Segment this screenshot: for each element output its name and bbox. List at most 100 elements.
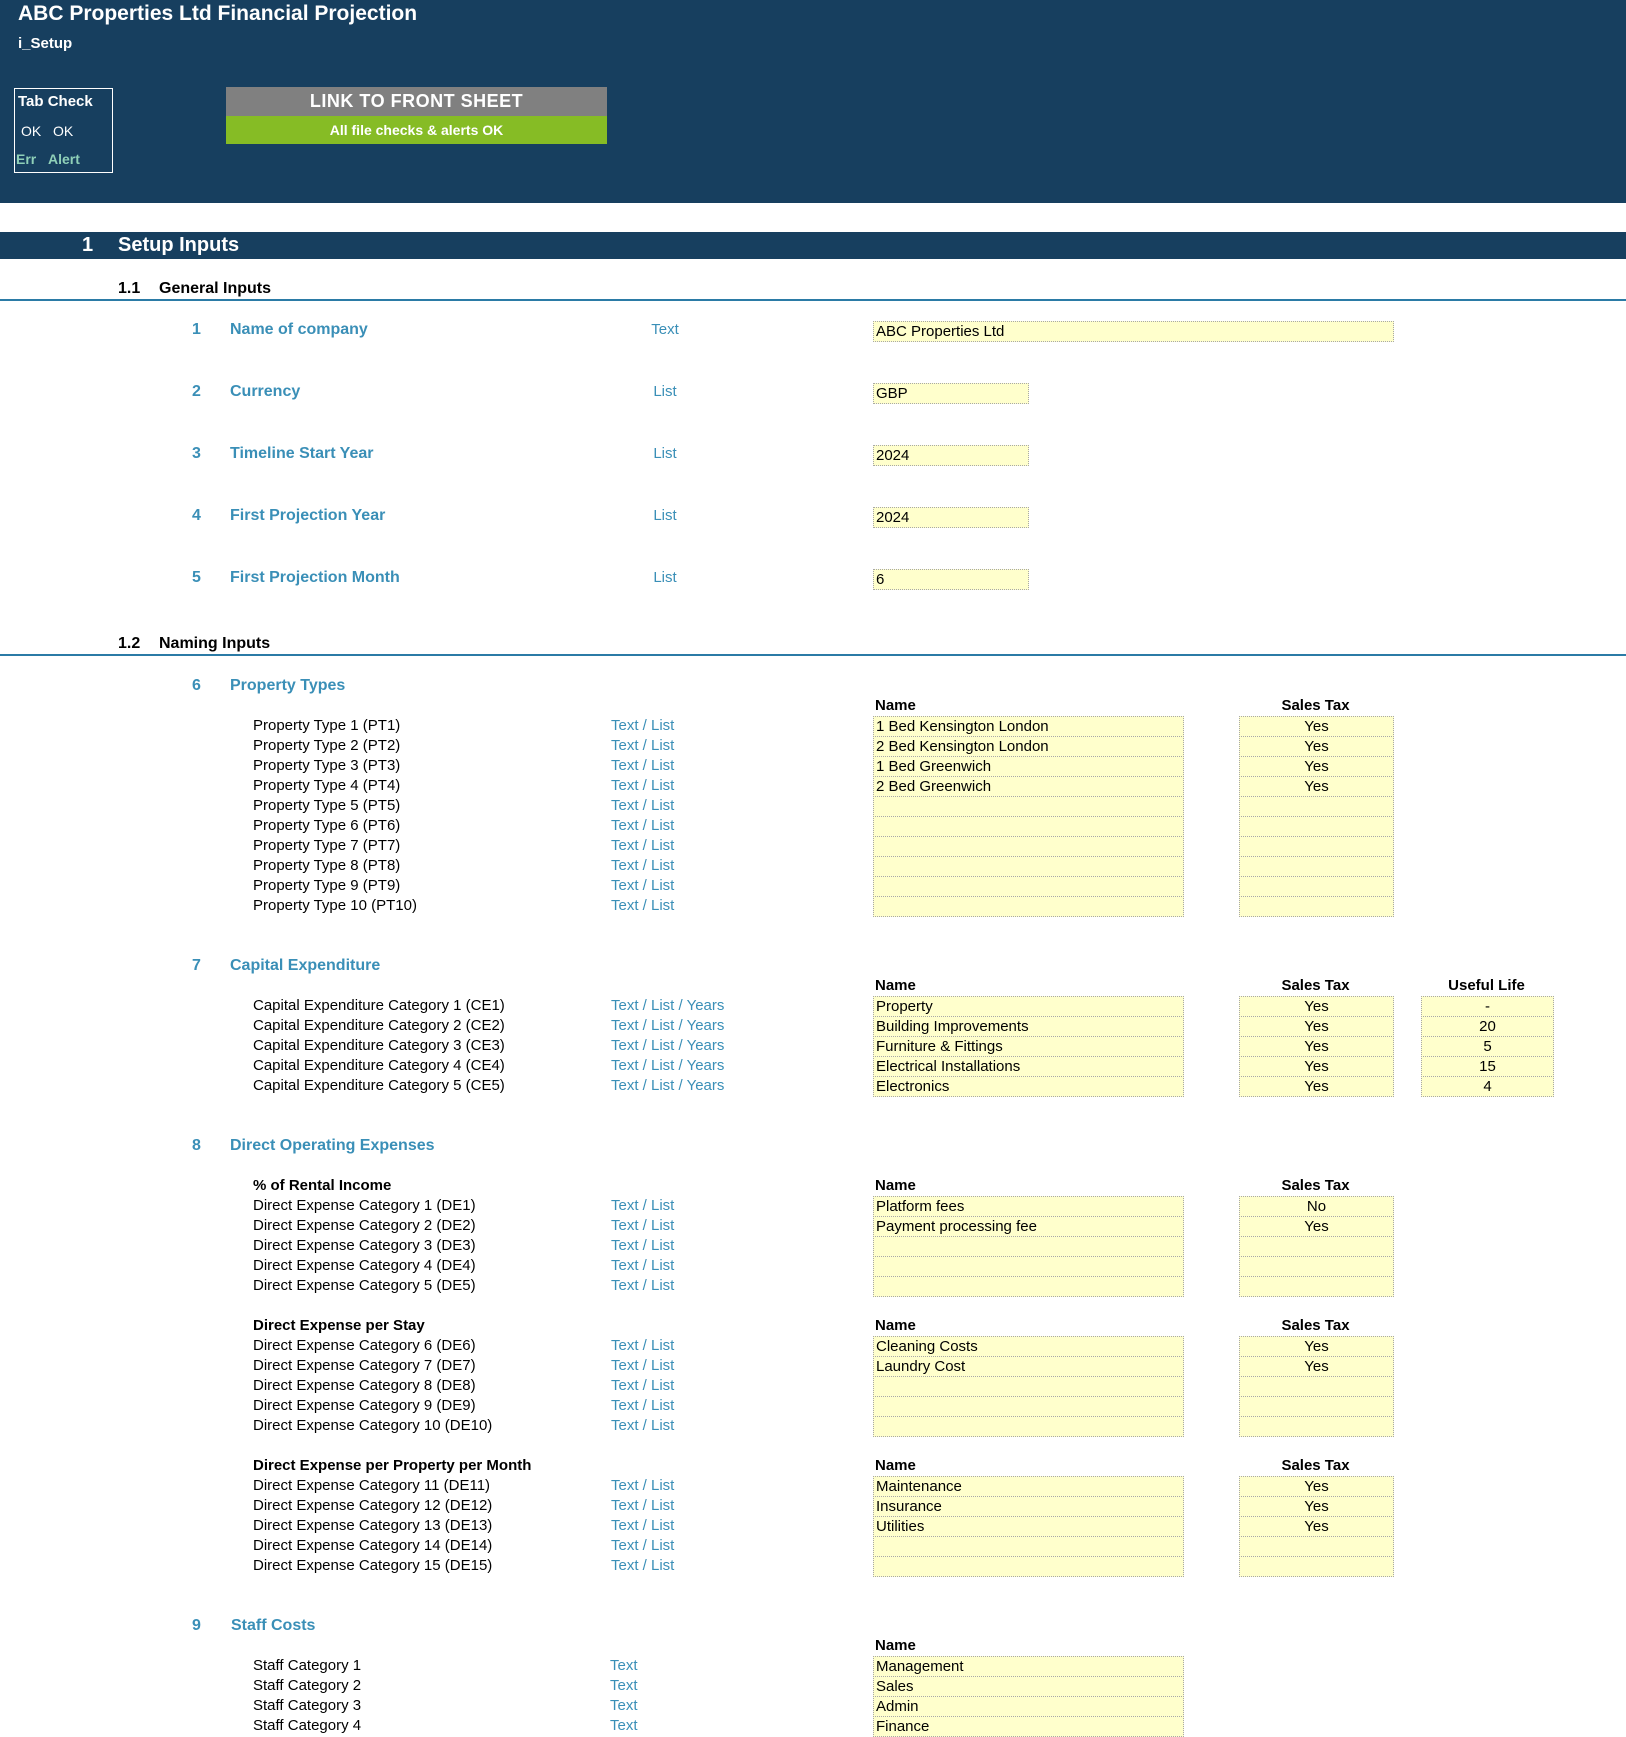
direct-expense-tax-cell[interactable] [1239,1376,1394,1397]
link-to-front-sheet-button[interactable]: LINK TO FRONT SHEET [226,87,607,116]
direct-expense-tax-cell[interactable]: Yes [1239,1356,1394,1377]
general-input-cell[interactable]: ABC Properties Ltd [873,321,1394,342]
direct-expense-name-cell[interactable] [873,1396,1184,1417]
property-name-cell[interactable] [873,856,1184,877]
property-tax-cell[interactable] [1239,796,1394,817]
general-input-cell[interactable]: 2024 [873,507,1029,528]
direct-expense-name-cell[interactable] [873,1236,1184,1257]
staff-name-cell[interactable]: Finance [873,1716,1184,1737]
direct-expense-input-type: Text / List [611,1237,675,1254]
direct-expense-tax-cell[interactable] [1239,1236,1394,1257]
direct-expense-input-type: Text / List [611,1417,675,1434]
staff-name-cell[interactable]: Sales [873,1676,1184,1697]
capex-life-cell[interactable]: 15 [1421,1056,1554,1077]
direct-expense-tax-cell[interactable] [1239,1396,1394,1417]
general-item-number: 2 [192,383,201,400]
direct-expense-tax-cell[interactable]: Yes [1239,1476,1394,1497]
property-types-title: Property Types [230,677,346,694]
direct-expense-tax-cell[interactable] [1239,1256,1394,1277]
property-types-number: 6 [192,677,201,694]
property-name-cell[interactable]: 1 Bed Greenwich [873,756,1184,777]
direct-expense-label: Direct Expense Category 15 (DE15) [253,1557,493,1574]
general-input-cell[interactable]: 6 [873,569,1029,590]
capex-name-cell[interactable]: Property [873,996,1184,1017]
property-name-cell[interactable] [873,876,1184,897]
capex-tax-cell[interactable]: Yes [1239,1076,1394,1097]
direct-expense-name-cell[interactable] [873,1256,1184,1277]
capex-tax-cell[interactable]: Yes [1239,996,1394,1017]
property-tax-cell[interactable] [1239,836,1394,857]
direct-expense-tax-cell[interactable] [1239,1556,1394,1577]
capex-life-header: Useful Life [1448,977,1525,994]
naming-inputs-title: Naming Inputs [159,635,271,652]
capex-name-cell[interactable]: Electronics [873,1076,1184,1097]
property-name-cell[interactable] [873,796,1184,817]
direct-expense-label: Direct Expense Category 8 (DE8) [253,1377,476,1394]
direct-expense-name-cell[interactable]: Cleaning Costs [873,1336,1184,1357]
direct-expense-name-cell[interactable] [873,1536,1184,1557]
general-input-cell[interactable]: GBP [873,383,1029,404]
staff-name-header: Name [875,1637,916,1654]
property-name-cell[interactable]: 2 Bed Greenwich [873,776,1184,797]
capex-tax-header: Sales Tax [1281,977,1350,994]
property-tax-cell[interactable] [1239,876,1394,897]
tab-check-err-label: Err [16,151,37,167]
capex-life-cell[interactable]: 4 [1421,1076,1554,1097]
capex-name-cell[interactable]: Building Improvements [873,1016,1184,1037]
capex-name-cell[interactable]: Furniture & Fittings [873,1036,1184,1057]
direct-expense-tax-cell[interactable] [1239,1536,1394,1557]
direct-expense-name-cell[interactable]: Maintenance [873,1476,1184,1497]
tab-check-title: Tab Check [18,93,93,110]
property-name-cell[interactable] [873,816,1184,837]
staff-name-cell[interactable]: Admin [873,1696,1184,1717]
general-inputs-number: 1.1 [118,280,141,297]
property-tax-cell[interactable] [1239,856,1394,877]
property-type-input-type: Text / List [611,797,675,814]
staff-input-type: Text [610,1657,638,1674]
direct-expense-name-cell[interactable]: Laundry Cost [873,1356,1184,1377]
property-tax-cell[interactable]: Yes [1239,776,1394,797]
direct-expense-name-cell[interactable] [873,1276,1184,1297]
naming-inputs-number: 1.2 [118,635,141,652]
capex-life-cell[interactable]: - [1421,996,1554,1017]
property-tax-cell[interactable] [1239,896,1394,917]
capex-life-cell[interactable]: 20 [1421,1016,1554,1037]
direct-expense-label: Direct Expense Category 14 (DE14) [253,1537,493,1554]
direct-expense-tax-cell[interactable]: Yes [1239,1336,1394,1357]
direct-expense-name-cell[interactable]: Payment processing fee [873,1216,1184,1237]
direct-expense-tax-cell[interactable]: Yes [1239,1496,1394,1517]
direct-expense-tax-cell[interactable] [1239,1276,1394,1297]
direct-expense-label: Direct Expense Category 10 (DE10) [253,1417,493,1434]
direct-expense-name-cell[interactable] [873,1376,1184,1397]
direct-expense-name-cell[interactable]: Utilities [873,1516,1184,1537]
property-name-cell[interactable]: 1 Bed Kensington London [873,716,1184,737]
property-tax-cell[interactable] [1239,816,1394,837]
capex-name-cell[interactable]: Electrical Installations [873,1056,1184,1077]
direct-expense-tax-cell[interactable]: Yes [1239,1216,1394,1237]
property-type-input-type: Text / List [611,877,675,894]
capex-tax-cell[interactable]: Yes [1239,1036,1394,1057]
capex-tax-cell[interactable]: Yes [1239,1016,1394,1037]
direct-expense-name-cell[interactable] [873,1556,1184,1577]
property-name-cell[interactable] [873,896,1184,917]
direct-expense-tax-header: Sales Tax [1281,1317,1350,1334]
staff-category-label: Staff Category 1 [253,1657,362,1674]
direct-expense-name-cell[interactable]: Platform fees [873,1196,1184,1217]
general-item-number: 5 [192,569,201,586]
property-tax-cell[interactable]: Yes [1239,756,1394,777]
capex-life-cell[interactable]: 5 [1421,1036,1554,1057]
property-name-cell[interactable] [873,836,1184,857]
direct-expense-name-cell[interactable]: Insurance [873,1496,1184,1517]
property-tax-cell[interactable]: Yes [1239,736,1394,757]
general-item-number: 1 [192,321,201,338]
staff-name-cell[interactable]: Management [873,1656,1184,1677]
property-tax-cell[interactable]: Yes [1239,716,1394,737]
general-input-cell[interactable]: 2024 [873,445,1029,466]
direct-expense-tax-cell[interactable] [1239,1416,1394,1437]
property-name-cell[interactable]: 2 Bed Kensington London [873,736,1184,757]
direct-expense-name-cell[interactable] [873,1416,1184,1437]
direct-expense-tax-cell[interactable]: Yes [1239,1516,1394,1537]
capex-tax-cell[interactable]: Yes [1239,1056,1394,1077]
direct-expense-tax-cell[interactable]: No [1239,1196,1394,1217]
direct-expense-tax-header: Sales Tax [1281,1177,1350,1194]
